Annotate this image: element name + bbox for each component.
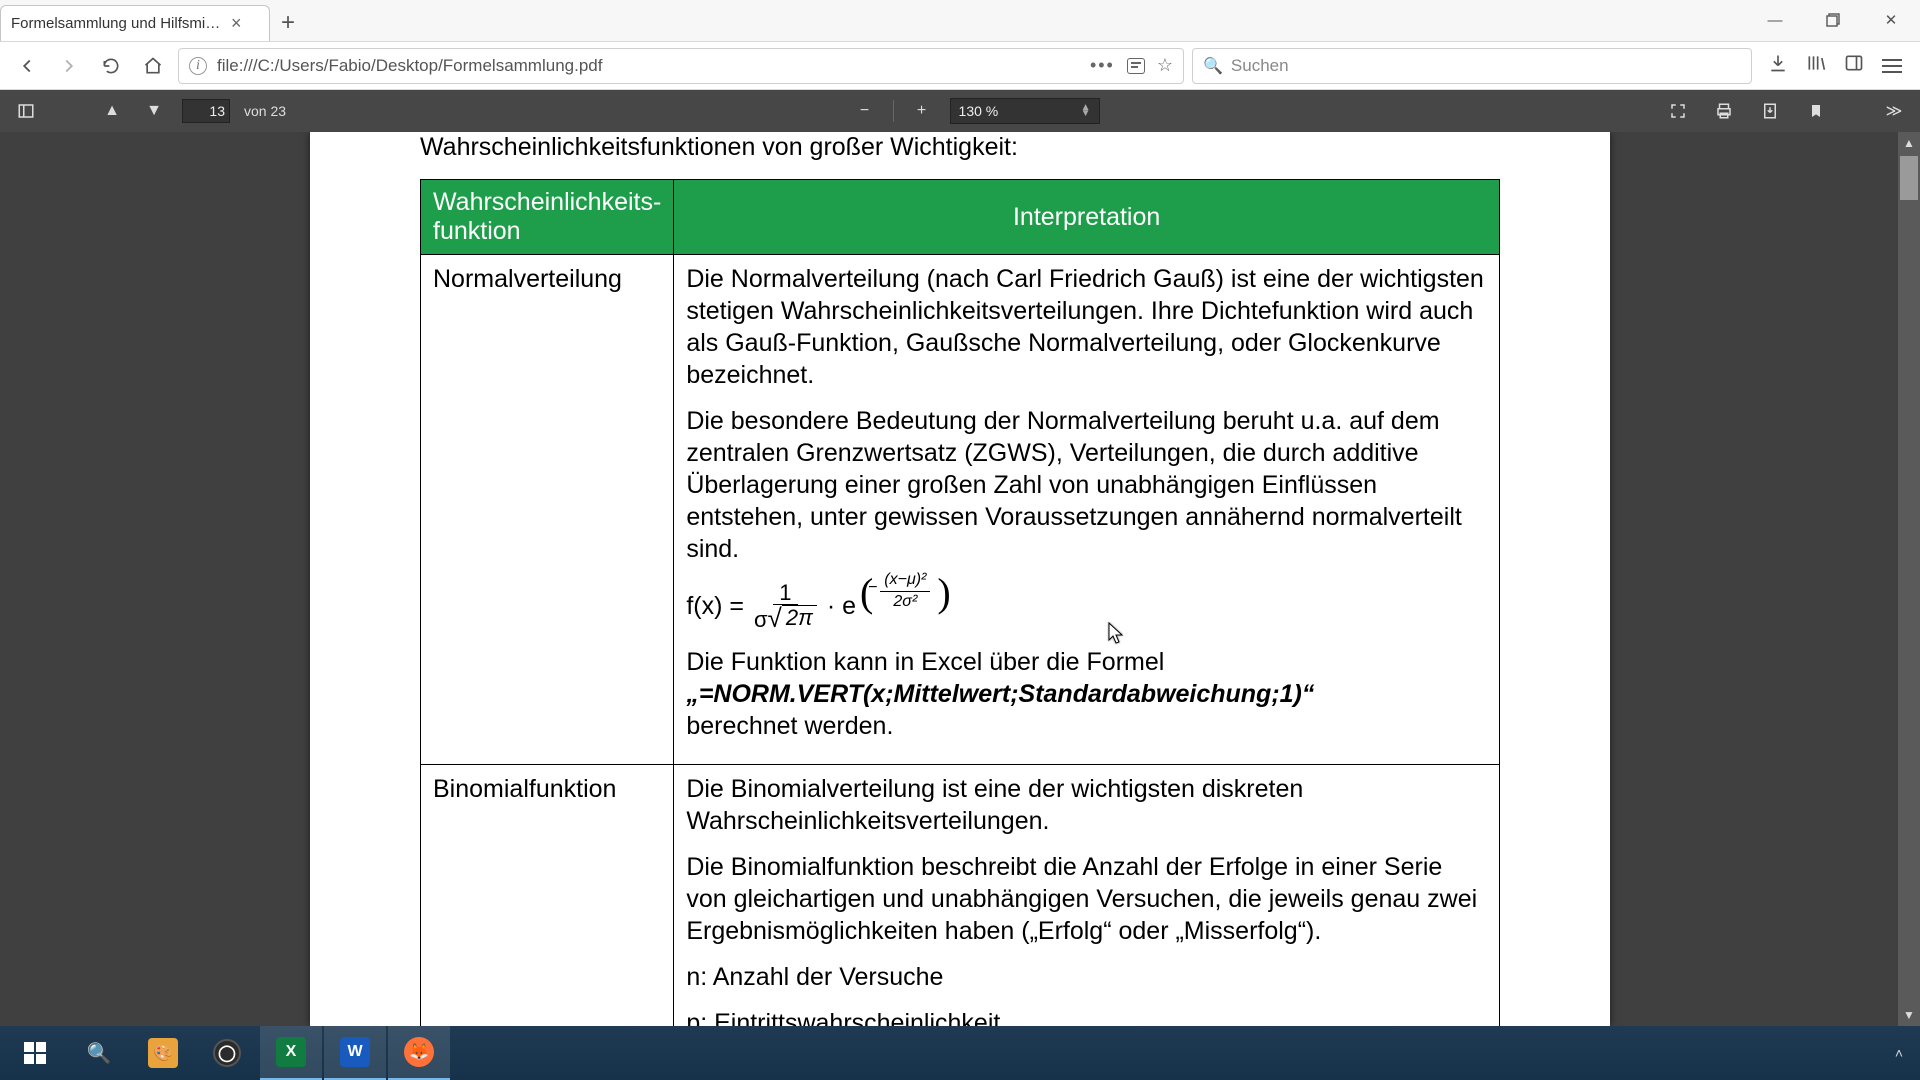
zoom-value: 130 % <box>959 103 999 119</box>
toolbar-right <box>1760 53 1910 79</box>
zoom-in-button[interactable]: + <box>908 97 936 125</box>
pdf-toolbar: ▲ ▼ von 23 − + 130 % ▲▼ ≫ <box>0 90 1920 132</box>
taskbar-app-paint[interactable]: 🎨 <box>132 1026 194 1080</box>
paragraph: p: Eintrittswahrscheinlichkeit <box>686 1007 1487 1026</box>
download-icon[interactable] <box>1756 97 1784 125</box>
page-number-input[interactable] <box>182 99 230 123</box>
paragraph: Die besondere Bedeutung der Normalvertei… <box>686 405 1487 565</box>
pdf-scrollbar[interactable]: ▲ ▼ <box>1898 132 1920 1026</box>
page-count-label: von 23 <box>244 103 286 119</box>
zoom-out-button[interactable]: − <box>851 97 879 125</box>
scroll-down-icon[interactable]: ▼ <box>1898 1004 1920 1026</box>
reader-mode-icon[interactable] <box>1127 58 1145 74</box>
window-minimize-button[interactable]: ― <box>1746 0 1804 41</box>
search-bar[interactable]: 🔍 Suchen <box>1192 48 1752 84</box>
page-up-button[interactable]: ▲ <box>98 97 126 125</box>
windows-taskbar: 🔍 🎨 ◯ X W 🦊 ˄ <box>0 1026 1920 1080</box>
library-icon[interactable] <box>1806 53 1826 79</box>
cell-interp-normal: Die Normalverteilung (nach Carl Friedric… <box>674 255 1500 765</box>
paragraph: n: Anzahl der Versuche <box>686 961 1487 993</box>
new-tab-button[interactable]: + <box>270 5 306 41</box>
paragraph: Die Binomialfunktion beschreibt die Anza… <box>686 851 1487 947</box>
pdf-page: Im Rahmen der stetigen und diskreten sin… <box>310 132 1610 1026</box>
tools-icon[interactable]: ≫ <box>1880 97 1908 125</box>
taskbar-search-button[interactable]: 🔍 <box>68 1026 130 1080</box>
paragraph: Die Binomialverteilung ist eine der wich… <box>686 773 1487 837</box>
home-button[interactable] <box>136 49 170 83</box>
cell-interp-binom: Die Binomialverteilung ist eine der wich… <box>674 765 1500 1026</box>
browser-tabstrip: Formelsammlung und Hilfsmittel St × + ― … <box>0 0 1920 42</box>
scroll-up-icon[interactable]: ▲ <box>1898 132 1920 154</box>
page-actions-icon[interactable]: ••• <box>1090 55 1115 76</box>
cell-name-binom: Binomialfunktion <box>421 765 674 1026</box>
site-info-icon[interactable]: i <box>189 57 207 75</box>
window-restore-button[interactable] <box>1804 0 1862 41</box>
close-tab-icon[interactable]: × <box>231 13 242 34</box>
window-controls: ― ✕ <box>1746 0 1920 41</box>
downloads-icon[interactable] <box>1768 53 1788 79</box>
taskbar-app-word[interactable]: W <box>324 1026 386 1080</box>
taskbar-tray-overflow[interactable]: ˄ <box>1882 1045 1916 1061</box>
search-placeholder: Suchen <box>1231 56 1289 76</box>
tab-title: Formelsammlung und Hilfsmittel St <box>11 15 221 32</box>
table-row: Normalverteilung Die Normalverteilung (n… <box>421 255 1500 765</box>
search-icon: 🔍 <box>1203 56 1223 76</box>
bookmark-icon[interactable] <box>1802 97 1830 125</box>
pdf-viewport[interactable]: Im Rahmen der stetigen und diskreten sin… <box>0 132 1920 1026</box>
distribution-table: Wahrscheinlichkeits-funktion Interpretat… <box>420 179 1500 1026</box>
page-down-button[interactable]: ▼ <box>140 97 168 125</box>
reload-button[interactable] <box>94 49 128 83</box>
paragraph: Die Normalverteilung (nach Carl Friedric… <box>686 263 1487 391</box>
sidebar-icon[interactable] <box>1844 53 1864 79</box>
taskbar-app-firefox[interactable]: 🦊 <box>388 1026 450 1080</box>
th-function: Wahrscheinlichkeits-funktion <box>421 180 674 255</box>
formula-normal-pdf: f(x) = 1σ√2π · e ( −(x−μ)²2σ² ) <box>686 579 1487 632</box>
scroll-thumb[interactable] <box>1900 156 1918 200</box>
cell-name-normal: Normalverteilung <box>421 255 674 765</box>
window-close-button[interactable]: ✕ <box>1862 0 1920 41</box>
start-button[interactable] <box>4 1026 66 1080</box>
browser-navbar: i file:///C:/Users/Fabio/Desktop/Formels… <box>0 42 1920 90</box>
forward-button[interactable] <box>52 49 86 83</box>
url-actions: ••• ☆ <box>1090 55 1173 76</box>
taskbar-app-obs[interactable]: ◯ <box>196 1026 258 1080</box>
zoom-select[interactable]: 130 % ▲▼ <box>950 98 1100 124</box>
bookmark-star-icon[interactable]: ☆ <box>1157 55 1173 76</box>
fullscreen-icon[interactable] <box>1664 97 1692 125</box>
app-menu-icon[interactable] <box>1882 59 1902 73</box>
print-icon[interactable] <box>1710 97 1738 125</box>
chevron-updown-icon: ▲▼ <box>1081 105 1091 117</box>
url-text: file:///C:/Users/Fabio/Desktop/Formelsam… <box>217 56 1080 76</box>
th-interpretation: Interpretation <box>674 180 1500 255</box>
table-row: Binomialfunktion Die Binomialverteilung … <box>421 765 1500 1026</box>
taskbar-app-excel[interactable]: X <box>260 1026 322 1080</box>
back-button[interactable] <box>10 49 44 83</box>
paragraph: Die Funktion kann in Excel über die Form… <box>686 646 1487 742</box>
browser-tab[interactable]: Formelsammlung und Hilfsmittel St × <box>0 5 270 41</box>
sidebar-toggle-icon[interactable] <box>12 97 40 125</box>
url-bar[interactable]: i file:///C:/Users/Fabio/Desktop/Formels… <box>178 48 1184 84</box>
intro-line-2: Wahrscheinlichkeitsfunktionen von großer… <box>420 132 1500 163</box>
